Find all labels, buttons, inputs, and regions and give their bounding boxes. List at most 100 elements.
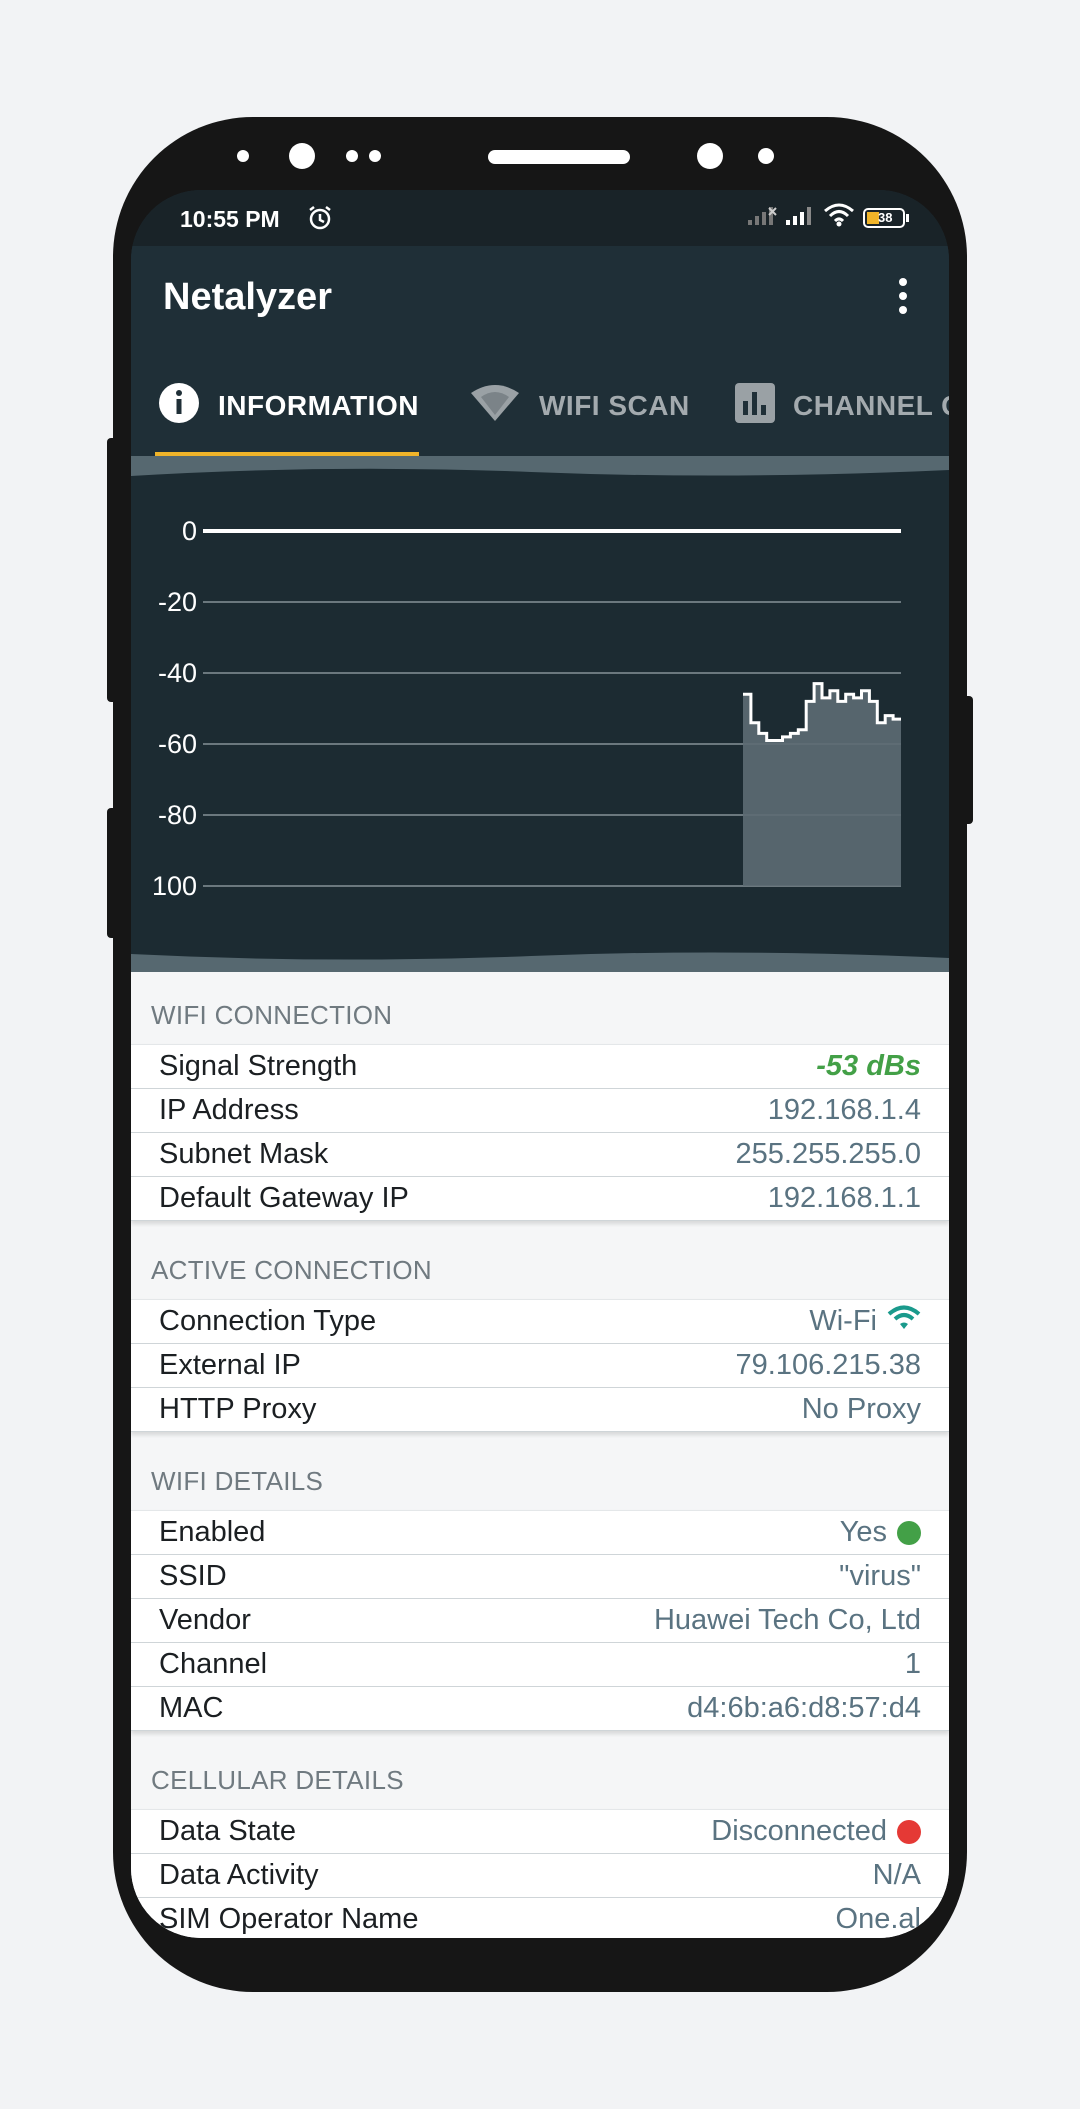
earpiece-speaker [488, 150, 630, 164]
tab-label: CHANNEL G [793, 390, 949, 421]
volume-up-button [107, 438, 117, 702]
info-list: WIFI CONNECTION Signal Strength -53 dBs IP … [131, 972, 949, 1938]
row-value: No Proxy [802, 1393, 921, 1426]
row-value-text: -53 dBs [816, 1050, 921, 1082]
row-value-text: Disconnected [711, 1815, 887, 1847]
wifi-icon [823, 203, 855, 232]
row-value-text: No Proxy [801, 1393, 921, 1425]
info-row: Connection Type Wi-Fi [131, 1299, 949, 1344]
row-value: d4:6b:a6:d8:57:d4 [687, 1692, 921, 1725]
row-value: One.al [836, 1903, 921, 1936]
y-tick-label: -20 [158, 587, 197, 617]
info-row: External IP 79.106.215.38 [131, 1344, 949, 1388]
battery-icon: 38 [863, 207, 909, 228]
front-camera [697, 143, 723, 169]
row-value-text: "virus" [839, 1560, 921, 1592]
tab-bar: INFORMATION WIFI SCAN CHANNEL G [131, 362, 949, 450]
row-value-text: N/A [872, 1859, 921, 1891]
row-value-text: 255.255.255.0 [735, 1138, 921, 1170]
row-value-text: One.al [835, 1903, 921, 1935]
phone-screen: 10:55 PM 38 Netalyzer INFORMATION WIFI S… [131, 190, 949, 1938]
signal-chart: 0 -20 -40 -60 -80 100 [131, 456, 949, 972]
section-header: ACTIVE CONNECTION [131, 1227, 949, 1299]
row-label: MAC [159, 1692, 224, 1724]
row-label: Data Activity [159, 1859, 319, 1891]
tab-channel-graph[interactable]: CHANNEL G [735, 362, 949, 450]
chart-bottom-edge [131, 952, 949, 972]
row-label: SSID [159, 1560, 227, 1592]
info-row: SIM Operator Name One.al [131, 1898, 949, 1938]
info-row: Channel 1 [131, 1643, 949, 1687]
info-section: Data State Disconnected Data Activity N/A SI… [131, 1809, 949, 1938]
row-label: Signal Strength [159, 1050, 358, 1082]
row-label: Default Gateway IP [159, 1182, 409, 1214]
row-value: Yes [840, 1516, 921, 1549]
row-label: Enabled [159, 1516, 266, 1548]
sensor-dot [346, 150, 358, 162]
y-tick-label: -40 [158, 658, 197, 688]
row-value-text: Huawei Tech Co, Ltd [653, 1604, 921, 1636]
status-dot [897, 1520, 921, 1545]
row-label: Subnet Mask [159, 1138, 329, 1170]
sensor-dot [758, 148, 774, 164]
row-label: Vendor [159, 1604, 251, 1636]
y-tick-label: -60 [158, 729, 197, 759]
signal-icon [747, 204, 777, 231]
app-bar: Netalyzer [131, 246, 949, 362]
status-bar: 10:55 PM 38 [131, 190, 949, 246]
info-row: Enabled Yes [131, 1510, 949, 1555]
info-row: MAC d4:6b:a6:d8:57:d4 [131, 1687, 949, 1731]
row-value-text: Yes [839, 1516, 887, 1548]
info-row: Data Activity N/A [131, 1854, 949, 1898]
info-row: Signal Strength -53 dBs [131, 1044, 949, 1089]
alarm-icon [306, 204, 334, 237]
row-value: Huawei Tech Co, Ltd [654, 1604, 921, 1637]
row-label: HTTP Proxy [159, 1393, 317, 1425]
row-label: Data State [159, 1815, 297, 1847]
row-value: 255.255.255.0 [736, 1138, 921, 1171]
row-value-text: Wi-Fi [809, 1305, 877, 1337]
app-title: Netalyzer [163, 276, 332, 318]
row-value-text: 192.168.1.4 [767, 1094, 921, 1126]
info-row: Vendor Huawei Tech Co, Ltd [131, 1599, 949, 1643]
row-value: Wi-Fi [809, 1305, 921, 1339]
signal-icon [785, 204, 815, 231]
tab-information[interactable]: INFORMATION [158, 362, 419, 450]
status-time: 10:55 PM [180, 206, 280, 232]
info-row: Data State Disconnected [131, 1809, 949, 1854]
info-row: SSID "virus" [131, 1555, 949, 1599]
info-section: Connection Type Wi-Fi External IP 79.106.21… [131, 1299, 949, 1432]
section-header: WIFI DETAILS [131, 1438, 949, 1510]
row-label: Connection Type [159, 1305, 377, 1337]
tab-label: WIFI SCAN [539, 390, 690, 421]
row-value: -53 dBs [816, 1050, 921, 1083]
bar-chart-icon [735, 382, 775, 430]
overflow-menu-icon[interactable] [897, 278, 909, 318]
y-tick-label: 100 [152, 871, 197, 901]
section-header: CELLULAR DETAILS [131, 1737, 949, 1809]
row-label: SIM Operator Name [159, 1903, 419, 1935]
row-value-text: 79.106.215.38 [735, 1349, 921, 1381]
row-value: 192.168.1.4 [768, 1094, 921, 1127]
row-value-text: 192.168.1.1 [767, 1182, 921, 1214]
row-label: IP Address [159, 1094, 299, 1126]
row-label: External IP [159, 1349, 301, 1381]
info-row: HTTP Proxy No Proxy [131, 1388, 949, 1432]
row-value: N/A [873, 1859, 921, 1892]
tab-wifi-scan[interactable]: WIFI SCAN [469, 362, 690, 450]
row-value: Disconnected [711, 1815, 921, 1848]
y-tick-label: 0 [182, 516, 197, 546]
info-row: IP Address 192.168.1.4 [131, 1089, 949, 1133]
row-value: "virus" [839, 1560, 921, 1593]
signal-chart-plot: 0 -20 -40 -60 -80 100 [152, 516, 901, 901]
row-label: Channel [159, 1648, 268, 1680]
wifi-icon [469, 383, 521, 430]
power-button [963, 696, 973, 824]
row-value-text: d4:6b:a6:d8:57:d4 [687, 1692, 921, 1724]
row-value-text: 1 [904, 1648, 921, 1680]
sensor-dot [237, 150, 249, 162]
sensor-dot [369, 150, 381, 162]
volume-down-button [107, 808, 117, 938]
row-value: 79.106.215.38 [736, 1349, 921, 1382]
info-section: Signal Strength -53 dBs IP Address 192.168.… [131, 1044, 949, 1221]
